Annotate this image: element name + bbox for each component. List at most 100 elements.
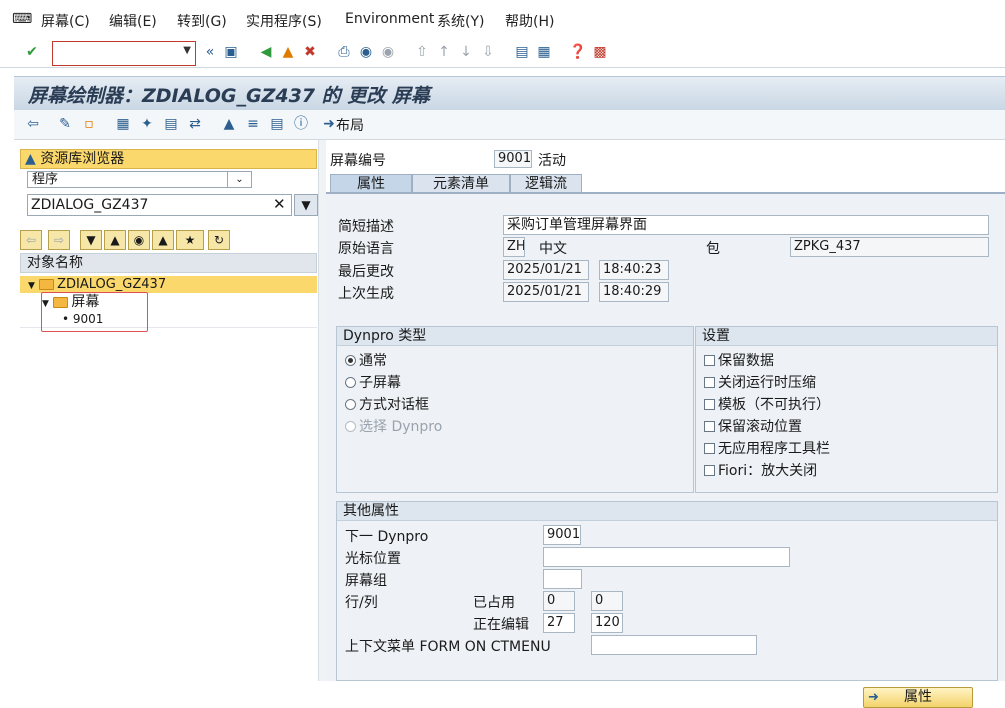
dropdown-arrow-icon[interactable]: ▼ (183, 45, 191, 56)
checkbox-icon (704, 355, 715, 366)
screen-group-input[interactable] (543, 569, 582, 589)
checkbox-icon (704, 421, 715, 432)
help-icon[interactable]: ❓ (569, 43, 587, 61)
menu-edit[interactable]: 编辑(E) (109, 11, 157, 31)
radio-icon (345, 377, 356, 388)
find-icon[interactable]: ◉ (357, 43, 375, 61)
tree-node-program[interactable]: ▼ ZDIALOG_GZ437 (20, 276, 317, 293)
checkbox-hold-scroll[interactable]: 保留滚动位置 (704, 416, 802, 436)
clear-icon[interactable]: ✕ (273, 195, 286, 213)
collapse-icon[interactable]: « (201, 43, 219, 61)
checkbox-fiori-zoom[interactable]: Fiori：放大关闭 (704, 460, 817, 480)
chevron-down-icon[interactable]: ⌄ (227, 172, 251, 187)
sap-menu-icon[interactable]: ⌨ (12, 11, 32, 27)
last-changed-label: 最后更改 (338, 264, 394, 280)
prev-page-icon[interactable]: ↑ (435, 43, 453, 61)
test-icon[interactable]: ▤ (162, 115, 180, 133)
tree-column-header: 对象名称 (20, 253, 317, 273)
other-attributes-title: 其他属性 (337, 502, 997, 521)
checkbox-label: 保留滚动位置 (718, 419, 802, 435)
next-dynpro-input[interactable]: 9001 (543, 525, 581, 545)
tab-attributes[interactable]: 属性 (330, 174, 412, 193)
checkbox-icon (704, 443, 715, 454)
cursor-position-input[interactable] (543, 547, 790, 567)
folder-icon (39, 279, 55, 290)
cancel-icon[interactable]: ✖ (301, 43, 319, 61)
active-inactive-icon[interactable]: ▫ (80, 115, 98, 133)
orig-lang-name: 中文 (539, 241, 567, 257)
menu-goto[interactable]: 转到(G) (177, 11, 227, 31)
first-page-icon[interactable]: ⇧ (413, 43, 431, 61)
application-toolbar: ⇦ ✎ ▫ ▦ ✦ ▤ ⇄ ▲ ≡ ▤ ⓘ ➜ 布局 (14, 110, 1005, 140)
context-menu-input[interactable] (591, 635, 757, 655)
menu-help[interactable]: 帮助(H) (505, 11, 554, 31)
star-icon: ★ (184, 233, 196, 247)
last-page-icon[interactable]: ⇩ (479, 43, 497, 61)
activate-icon[interactable]: ⇄ (186, 115, 204, 133)
next-page-icon[interactable]: ↓ (457, 43, 475, 61)
previous-object-button[interactable]: ⇦ (20, 230, 42, 250)
where-used-icon[interactable]: ▦ (114, 115, 132, 133)
up-hierarchy-button[interactable]: ▼ (80, 230, 102, 250)
repository-browser-title[interactable]: ▲ 资源库浏览器 (20, 149, 317, 169)
radio-subscreen[interactable]: 子屏幕 (345, 372, 401, 392)
arrow-right-icon: ⇨ (53, 233, 65, 247)
find-next-icon[interactable]: ◉ (379, 43, 397, 61)
checkbox-icon (704, 399, 715, 410)
tab-flow-logic[interactable]: 逻辑流 (510, 174, 582, 193)
short-desc-input[interactable]: 采购订单管理屏幕界面 (503, 215, 989, 235)
object-name-input[interactable]: ZDIALOG_GZ437 (27, 194, 292, 216)
dynpro-type-group: Dynpro 类型 通常 子屏幕 方式对话框 选择 Dynpro (336, 326, 694, 493)
edit-row-input[interactable]: 27 (543, 613, 575, 633)
print-icon[interactable]: ⎙ (335, 43, 353, 61)
shortcut-icon[interactable]: ▦ (535, 43, 553, 61)
check-icon[interactable]: ✦ (138, 115, 156, 133)
radio-selected-icon (345, 355, 356, 366)
cursor-position-label: 光标位置 (345, 551, 401, 567)
menu-screen[interactable]: 屏幕(C) (41, 11, 90, 31)
arrow-right-icon: ➜ (868, 690, 879, 705)
back-icon[interactable]: ◀ (257, 43, 275, 61)
favorites-button[interactable]: ★ (176, 230, 204, 250)
enter-icon[interactable]: ✔ (23, 43, 41, 61)
triangle-up-icon: ▲ (110, 233, 120, 247)
menu-environment[interactable]: Environment (345, 11, 434, 27)
new-session-icon[interactable]: ▤ (513, 43, 531, 61)
display-change-icon[interactable]: ✎ (56, 115, 74, 133)
info-icon[interactable]: ⓘ (292, 115, 310, 133)
other-attributes-group: 其他属性 下一 Dynpro 9001 光标位置 屏幕组 行/列 已占用 0 0… (336, 501, 998, 681)
hierarchy-icon[interactable]: ▲ (220, 115, 238, 133)
attributes-button[interactable]: ➜ 属性 (863, 687, 973, 708)
tab-element-list[interactable]: 元素清单 (412, 174, 510, 193)
checkbox-template[interactable]: 模板（不可执行） (704, 394, 830, 414)
collapse-button[interactable]: ▲ (104, 230, 126, 250)
find-button[interactable]: ◉ (128, 230, 150, 250)
checkbox-no-toolbar[interactable]: 无应用程序工具栏 (704, 438, 830, 458)
other-object-icon[interactable]: ⇦ (24, 115, 42, 133)
tree-button[interactable]: ▲ (152, 230, 174, 250)
exit-icon[interactable]: ▲ (279, 43, 297, 61)
edit-col-input[interactable]: 120 (591, 613, 623, 633)
next-object-button[interactable]: ⇨ (48, 230, 70, 250)
checkbox-hold-data[interactable]: 保留数据 (704, 350, 774, 370)
radio-normal[interactable]: 通常 (345, 350, 387, 370)
pane-splitter[interactable] (318, 140, 326, 681)
object-type-select[interactable]: 程序 ⌄ (27, 171, 252, 188)
radio-modal-dialog[interactable]: 方式对话框 (345, 394, 429, 414)
refresh-button[interactable]: ↻ (208, 230, 230, 250)
menu-utilities[interactable]: 实用程序(S) (246, 11, 322, 31)
save-icon[interactable]: ▣ (222, 43, 240, 61)
dictionary-icon[interactable]: ▤ (268, 115, 286, 133)
hierarchy-icon: ▲ (25, 151, 36, 167)
radio-label: 选择 Dynpro (359, 419, 443, 435)
object-type-value: 程序 (32, 172, 59, 187)
checkbox-no-compression[interactable]: 关闭运行时压缩 (704, 372, 816, 392)
element-list-icon[interactable]: ≡ (244, 115, 262, 133)
display-object-button[interactable]: ▼ (294, 194, 318, 216)
menu-system[interactable]: 系统(Y) (437, 11, 484, 31)
layout-menu-icon[interactable]: ▩ (591, 43, 609, 61)
screen-number-label: 屏幕编号 (330, 153, 386, 169)
expand-icon[interactable]: ▼ (28, 281, 35, 291)
command-field[interactable]: ▼ (52, 41, 196, 66)
layout-button[interactable]: 布局 (336, 115, 364, 135)
